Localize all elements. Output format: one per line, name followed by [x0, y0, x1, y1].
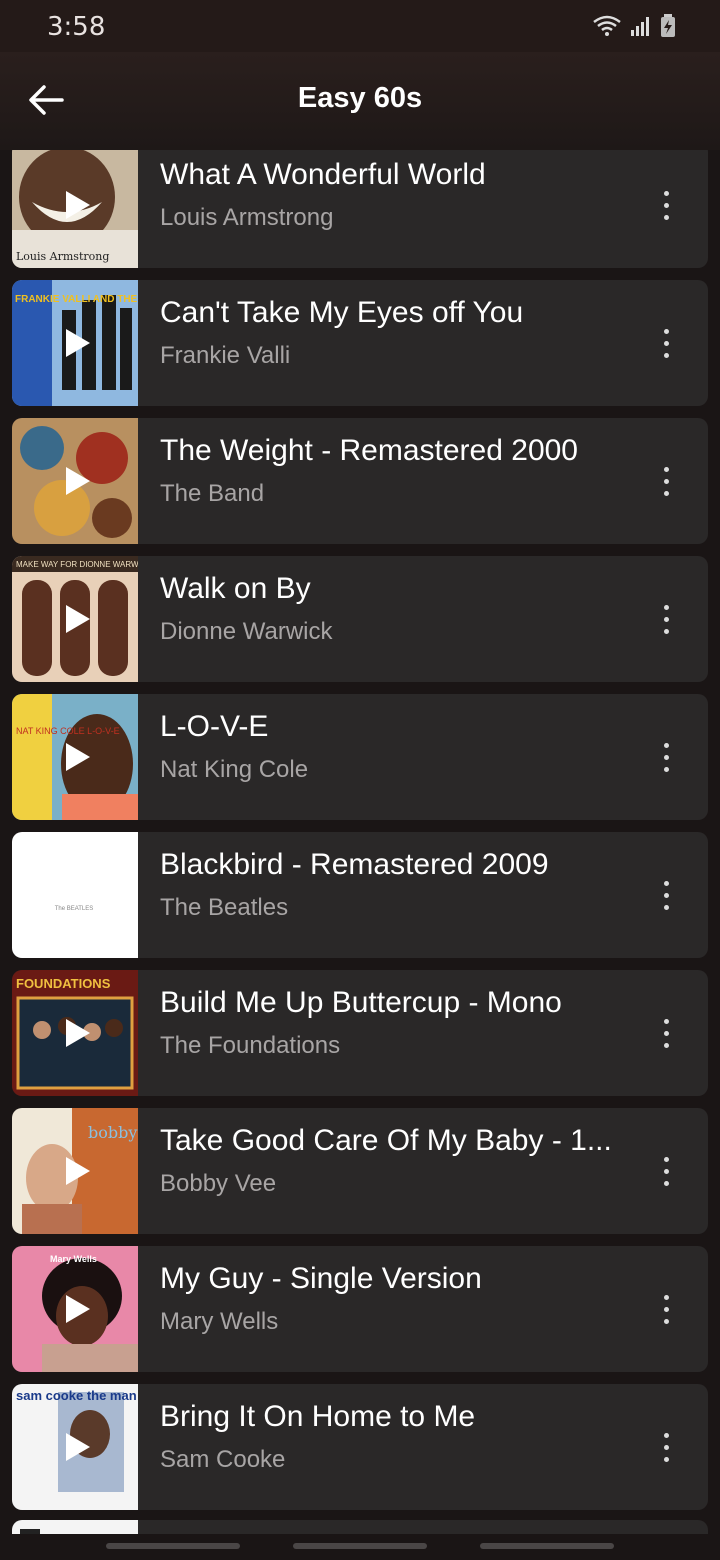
track-title: The Weight - Remastered 2000: [160, 434, 578, 467]
track-title: Build Me Up Buttercup - Mono: [160, 986, 562, 1019]
track-artist: Nat King Cole: [160, 756, 309, 783]
nav-home-button[interactable]: [293, 1543, 427, 1549]
more-options-button[interactable]: [648, 1006, 684, 1060]
track-row[interactable]: The BEATLES Blackbird - Remastered 2009 …: [12, 832, 708, 958]
track-artist: Sam Cooke: [160, 1446, 286, 1473]
play-icon: [66, 1295, 90, 1323]
album-art-text: Mary Wells: [50, 1254, 97, 1264]
status-bar: 3:58: [0, 0, 720, 52]
album-art[interactable]: MAKE WAY FOR DIONNE WARWICK: [12, 556, 138, 682]
track-list[interactable]: Louis Armstrong What A Wonderful World L…: [12, 150, 708, 1534]
track-title: Bring It On Home to Me: [160, 1400, 476, 1433]
play-icon: [66, 1433, 90, 1461]
album-art[interactable]: Louis Armstrong: [12, 150, 138, 268]
track-row[interactable]: Mary Wells My Guy - Single Version Mary …: [12, 1246, 708, 1372]
track-artist: The Foundations: [160, 1032, 341, 1059]
album-art[interactable]: [12, 418, 138, 544]
album-cover-image: The BEATLES: [12, 832, 138, 958]
more-vertical-icon: [663, 880, 669, 886]
album-art-text: NAT KING COLE L-O-V-E: [16, 726, 120, 736]
album-art[interactable]: Mary Wells: [12, 1246, 138, 1372]
track-row[interactable]: The Weight - Remastered 2000 The Band: [12, 418, 708, 544]
album-art[interactable]: The BEATLES: [12, 832, 138, 958]
more-vertical-icon: [663, 190, 669, 196]
track-artist: Frankie Valli: [160, 342, 291, 369]
more-options-button[interactable]: [648, 730, 684, 784]
album-art-text: bobby vee: [88, 1123, 138, 1142]
track-title: L-O-V-E: [160, 710, 269, 743]
more-options-button[interactable]: [648, 592, 684, 646]
play-icon: [66, 191, 90, 219]
page-title: Easy 60s: [297, 82, 423, 114]
track-artist: The Band: [160, 480, 265, 507]
track-artist: Dionne Warwick: [160, 618, 333, 645]
track-row[interactable]: bobby vee Take Good Care Of My Baby - 1.…: [12, 1108, 708, 1234]
track-artist: Bobby Vee: [160, 1170, 277, 1197]
system-nav-bar: [0, 1534, 720, 1560]
album-art-text: The BEATLES: [55, 906, 94, 912]
more-vertical-icon: [663, 328, 669, 334]
more-vertical-icon: [663, 604, 669, 610]
track-title: Walk on By: [160, 572, 311, 605]
track-artist: Louis Armstrong: [160, 204, 334, 231]
play-icon: [66, 1019, 90, 1047]
album-art-text: FRANKIE VALLI AND THE FOUR SEASONS: [15, 294, 138, 305]
track-row[interactable]: sam cooke the man who invented soul Brin…: [12, 1384, 708, 1510]
track-row[interactable]: Louis Armstrong What A Wonderful World L…: [12, 150, 708, 268]
track-row[interactable]: MAKE WAY FOR DIONNE WARWICK Walk on By D…: [12, 556, 708, 682]
signal-icon: [631, 17, 649, 36]
more-vertical-icon: [663, 1156, 669, 1162]
album-art-text: FOUNDATIONS: [16, 976, 111, 991]
status-icons: [592, 12, 676, 40]
track-row[interactable]: FRANKIE VALLI AND THE FOUR SEASONS Can't…: [12, 280, 708, 406]
more-options-button[interactable]: [648, 178, 684, 232]
battery-charging-icon: [661, 14, 675, 37]
play-icon: [66, 467, 90, 495]
more-options-button[interactable]: [648, 316, 684, 370]
album-art-text: MAKE WAY FOR DIONNE WARWICK: [16, 560, 138, 569]
album-art[interactable]: NAT KING COLE L-O-V-E: [12, 694, 138, 820]
play-icon: [66, 605, 90, 633]
app-header: Easy 60s: [0, 52, 720, 150]
more-options-button[interactable]: [648, 454, 684, 508]
more-options-button[interactable]: [648, 868, 684, 922]
more-vertical-icon: [663, 1294, 669, 1300]
play-icon: [66, 329, 90, 357]
more-options-button[interactable]: [648, 1282, 684, 1336]
more-vertical-icon: [663, 1018, 669, 1024]
album-art[interactable]: FOUNDATIONS: [12, 970, 138, 1096]
nav-recents-button[interactable]: [106, 1543, 240, 1549]
more-options-button[interactable]: [648, 1420, 684, 1474]
more-vertical-icon: [663, 1432, 669, 1438]
track-title: My Guy - Single Version: [160, 1262, 482, 1295]
album-art[interactable]: FRANKIE VALLI AND THE FOUR SEASONS: [12, 280, 138, 406]
more-options-button[interactable]: [648, 1144, 684, 1198]
status-time: 3:58: [47, 12, 106, 42]
track-artist: Mary Wells: [160, 1308, 279, 1335]
track-title: Can't Take My Eyes off You: [160, 296, 524, 329]
track-artist: The Beatles: [160, 894, 289, 921]
play-icon: [66, 1157, 90, 1185]
track-row[interactable]: NAT KING COLE L-O-V-E L-O-V-E Nat King C…: [12, 694, 708, 820]
nav-back-button[interactable]: [480, 1543, 614, 1549]
track-title: What A Wonderful World: [160, 158, 486, 191]
track-title: Take Good Care Of My Baby - 1...: [160, 1124, 612, 1157]
album-art-text: sam cooke the man who invented soul: [16, 1388, 138, 1403]
album-art[interactable]: bobby vee: [12, 1108, 138, 1234]
more-vertical-icon: [663, 466, 669, 472]
track-title: Blackbird - Remastered 2009: [160, 848, 549, 881]
album-art[interactable]: sam cooke the man who invented soul: [12, 1384, 138, 1510]
more-vertical-icon: [663, 742, 669, 748]
album-art-text: Louis Armstrong: [16, 250, 109, 263]
wifi-icon: [593, 15, 621, 36]
play-icon: [66, 743, 90, 771]
track-row[interactable]: FOUNDATIONS Build Me Up Buttercup - Mono…: [12, 970, 708, 1096]
